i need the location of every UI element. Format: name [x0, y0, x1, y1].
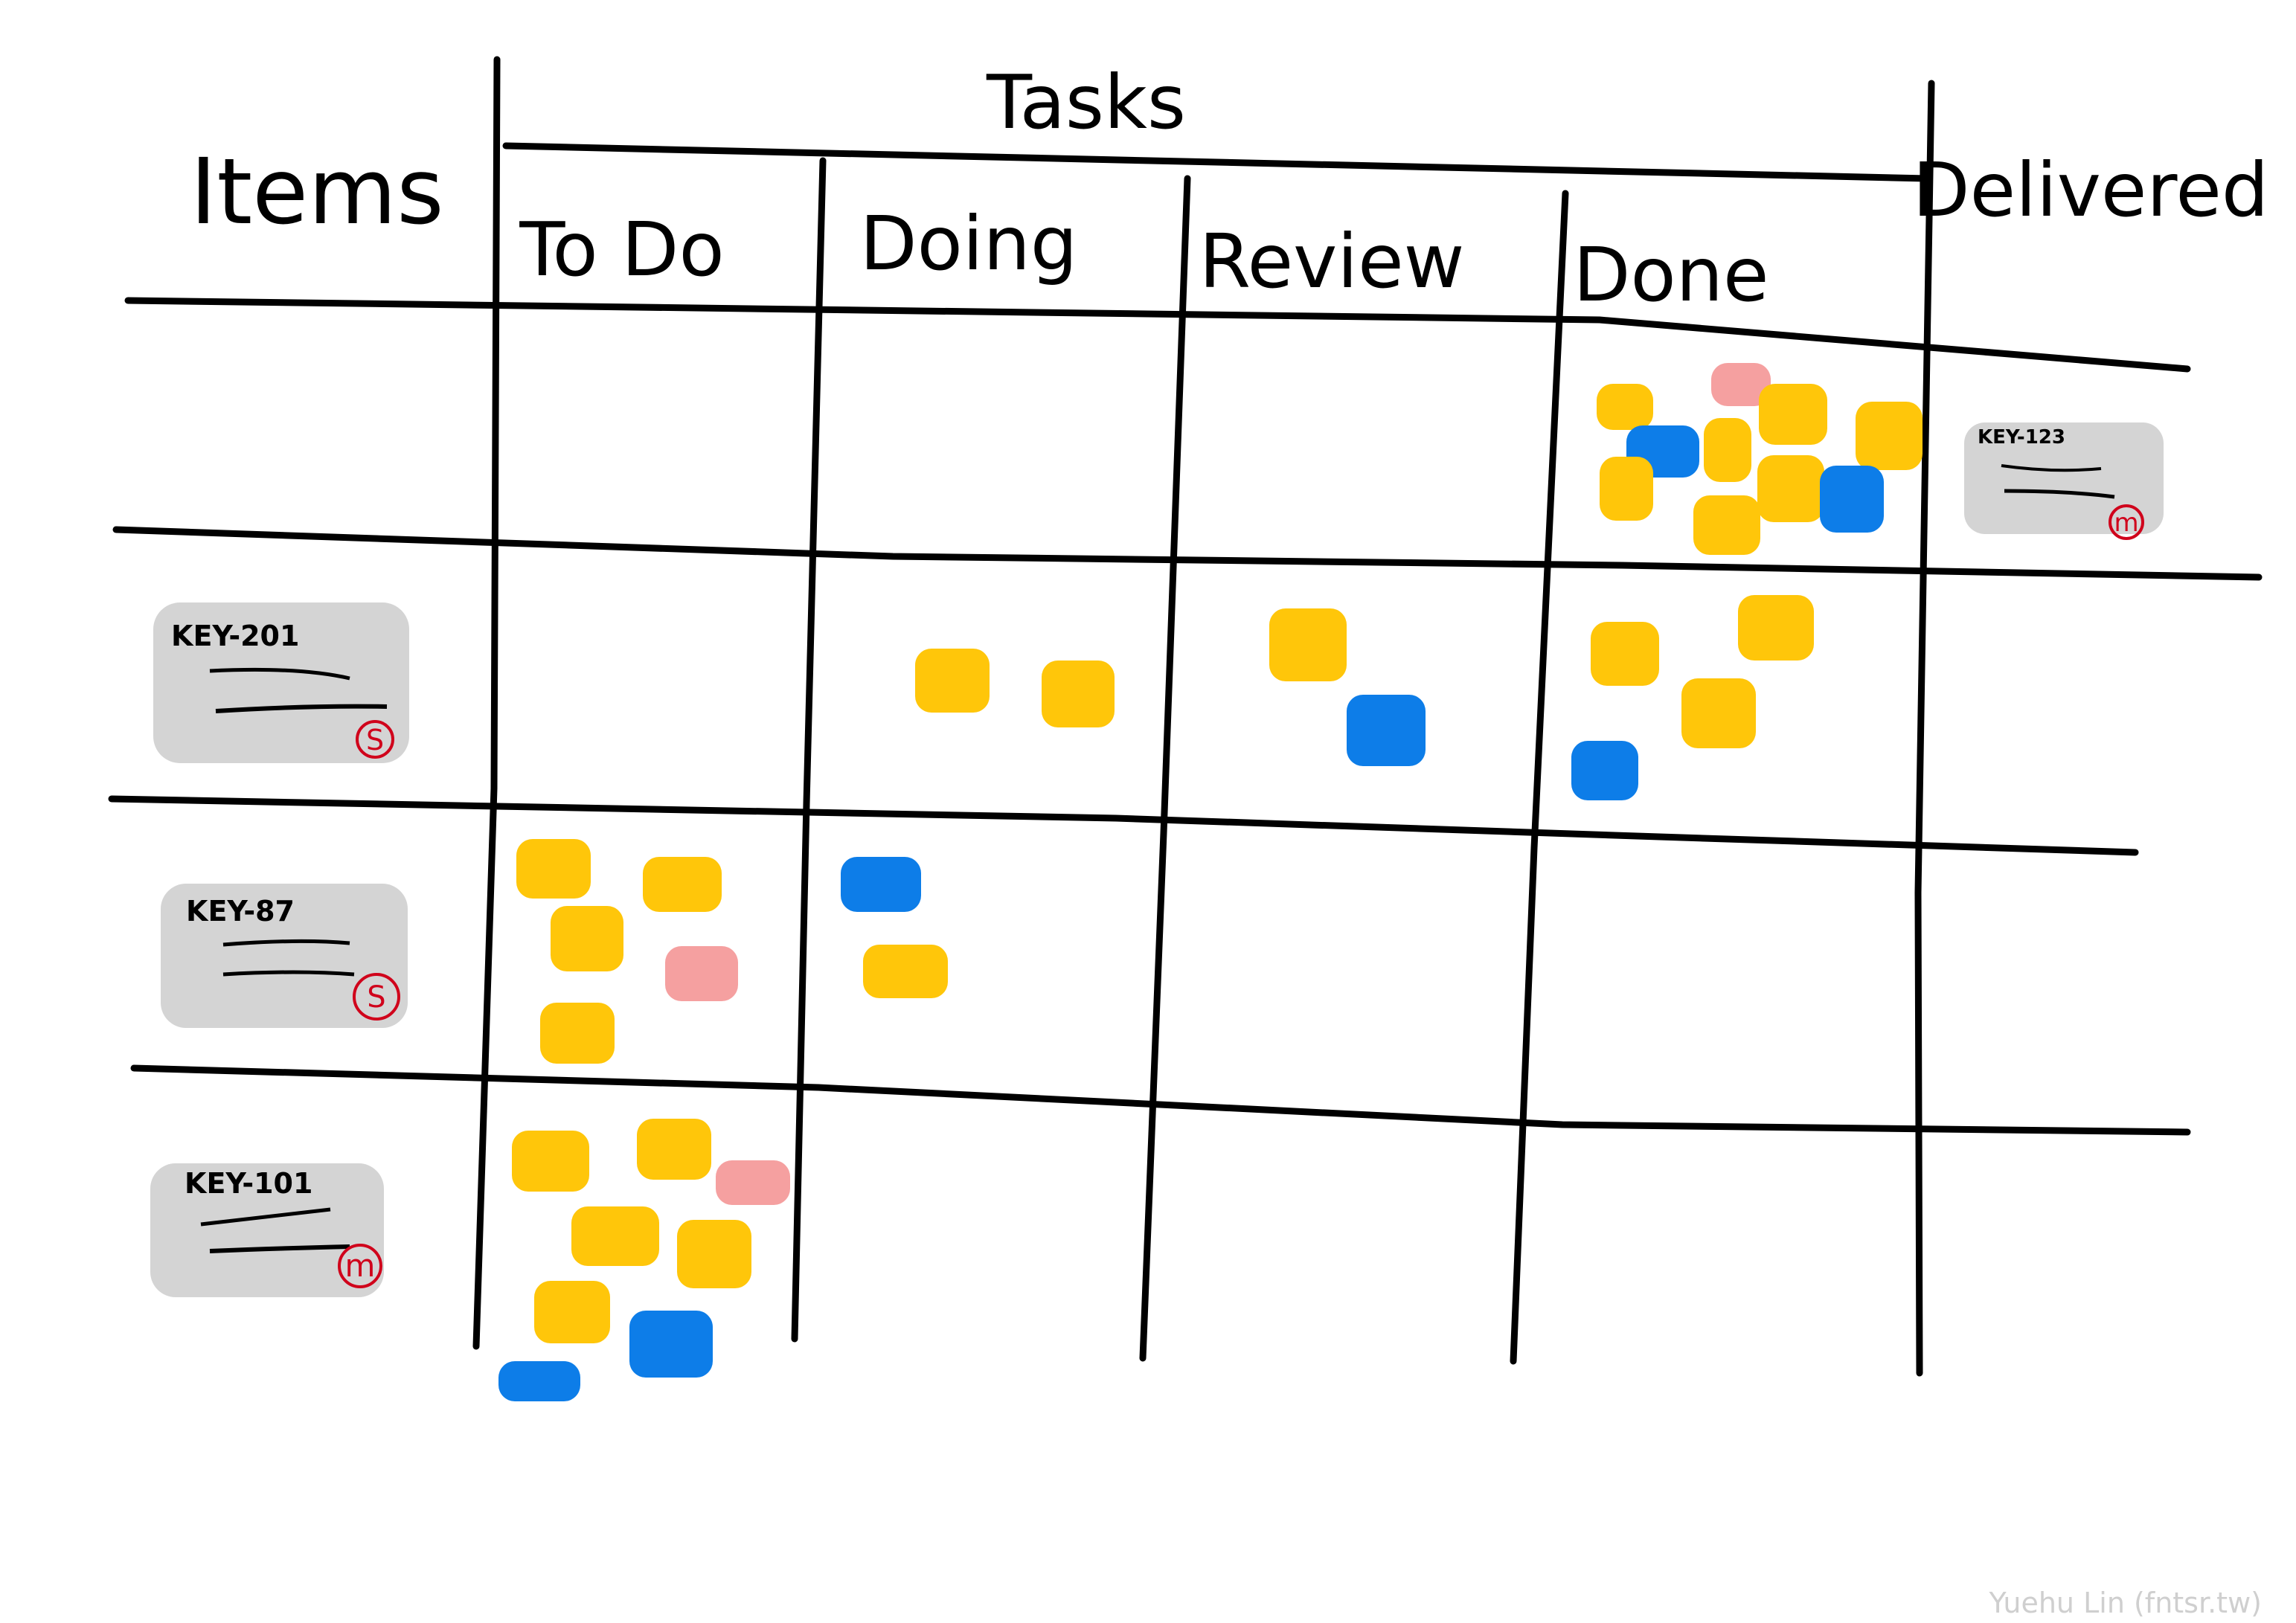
- sticky-note-yellow[interactable]: [1681, 678, 1756, 748]
- grid-line-col-review: [1510, 190, 1569, 1365]
- sticky-note-yellow[interactable]: [1597, 384, 1653, 430]
- sticky-note-yellow[interactable]: [637, 1119, 711, 1180]
- sticky-note-yellow[interactable]: [1757, 455, 1824, 522]
- sticky-note-yellow[interactable]: [1759, 384, 1827, 445]
- board-grid: [108, 56, 2263, 1377]
- column-header-todo: To Do: [519, 206, 724, 293]
- sticky-note-blue[interactable]: [1571, 741, 1638, 800]
- sticky-note-yellow[interactable]: [516, 839, 591, 899]
- credit-text: Yuehu Lin (fntsr.tw): [1989, 1587, 2262, 1619]
- item-card[interactable]: KEY-101 m: [150, 1163, 384, 1297]
- item-card[interactable]: KEY-201 S: [153, 602, 409, 763]
- sticky-note-yellow[interactable]: [1693, 495, 1760, 555]
- tasks-header: Tasks: [986, 59, 1186, 146]
- grid-line-col-items: [472, 56, 501, 1350]
- delivered-card[interactable]: KEY-123 m: [1964, 422, 2164, 540]
- sticky-note-yellow[interactable]: [540, 1003, 615, 1064]
- sticky-note-blue[interactable]: [498, 1361, 580, 1401]
- sticky-notes: [498, 363, 1923, 1401]
- grid-line-tasks-underline: [502, 142, 1931, 182]
- grid-line-row-1: [112, 526, 2263, 581]
- size-badge-label: m: [345, 1247, 376, 1284]
- item-card[interactable]: KEY-87 S: [161, 884, 408, 1028]
- item-card-key: KEY-101: [185, 1167, 312, 1200]
- sticky-note-yellow[interactable]: [643, 857, 722, 912]
- kanban-board: Tasks Items Delivered To Do Doing Review…: [108, 56, 2269, 1619]
- sticky-note-yellow[interactable]: [571, 1206, 659, 1266]
- sticky-note-yellow[interactable]: [1856, 402, 1923, 470]
- items-header: Items: [190, 139, 443, 245]
- sticky-note-pink[interactable]: [716, 1160, 790, 1205]
- grid-line-col-doing: [1139, 175, 1191, 1362]
- sticky-note-yellow[interactable]: [677, 1220, 751, 1288]
- sticky-note-yellow[interactable]: [863, 945, 948, 998]
- column-header-done: Done: [1573, 231, 1769, 318]
- item-card-key: KEY-87: [186, 895, 295, 928]
- sticky-note-yellow[interactable]: [1269, 608, 1347, 681]
- column-header-doing: Doing: [860, 200, 1078, 287]
- sticky-note-yellow[interactable]: [512, 1131, 589, 1192]
- grid-line-header-bottom: [124, 297, 2191, 373]
- column-header-review: Review: [1199, 218, 1465, 305]
- delivered-card-key: KEY-123: [1978, 426, 2065, 449]
- grid-line-col-todo: [791, 157, 827, 1343]
- size-badge-label: S: [366, 724, 384, 756]
- grid-line-row-2: [108, 795, 2139, 856]
- sticky-note-yellow[interactable]: [1600, 457, 1653, 521]
- sticky-note-yellow[interactable]: [551, 906, 623, 971]
- size-badge-label: m: [2114, 508, 2138, 538]
- sticky-note-yellow[interactable]: [1738, 595, 1814, 661]
- grid-line-col-done: [1914, 80, 1935, 1377]
- sticky-note-yellow[interactable]: [1042, 661, 1115, 727]
- grid-line-row-3: [130, 1064, 2191, 1136]
- sticky-note-blue[interactable]: [1820, 466, 1884, 533]
- size-badge-label: S: [367, 980, 385, 1015]
- item-card-key: KEY-201: [171, 620, 299, 652]
- sticky-note-blue[interactable]: [841, 857, 921, 912]
- sticky-note-blue[interactable]: [1347, 695, 1426, 766]
- sticky-note-yellow[interactable]: [915, 649, 990, 713]
- sticky-note-yellow[interactable]: [534, 1281, 610, 1343]
- sticky-note-blue[interactable]: [629, 1311, 713, 1378]
- delivered-header: Delivered: [1913, 147, 2269, 234]
- sticky-note-yellow[interactable]: [1591, 622, 1659, 686]
- sticky-note-yellow[interactable]: [1704, 418, 1751, 482]
- sticky-note-pink[interactable]: [665, 946, 738, 1001]
